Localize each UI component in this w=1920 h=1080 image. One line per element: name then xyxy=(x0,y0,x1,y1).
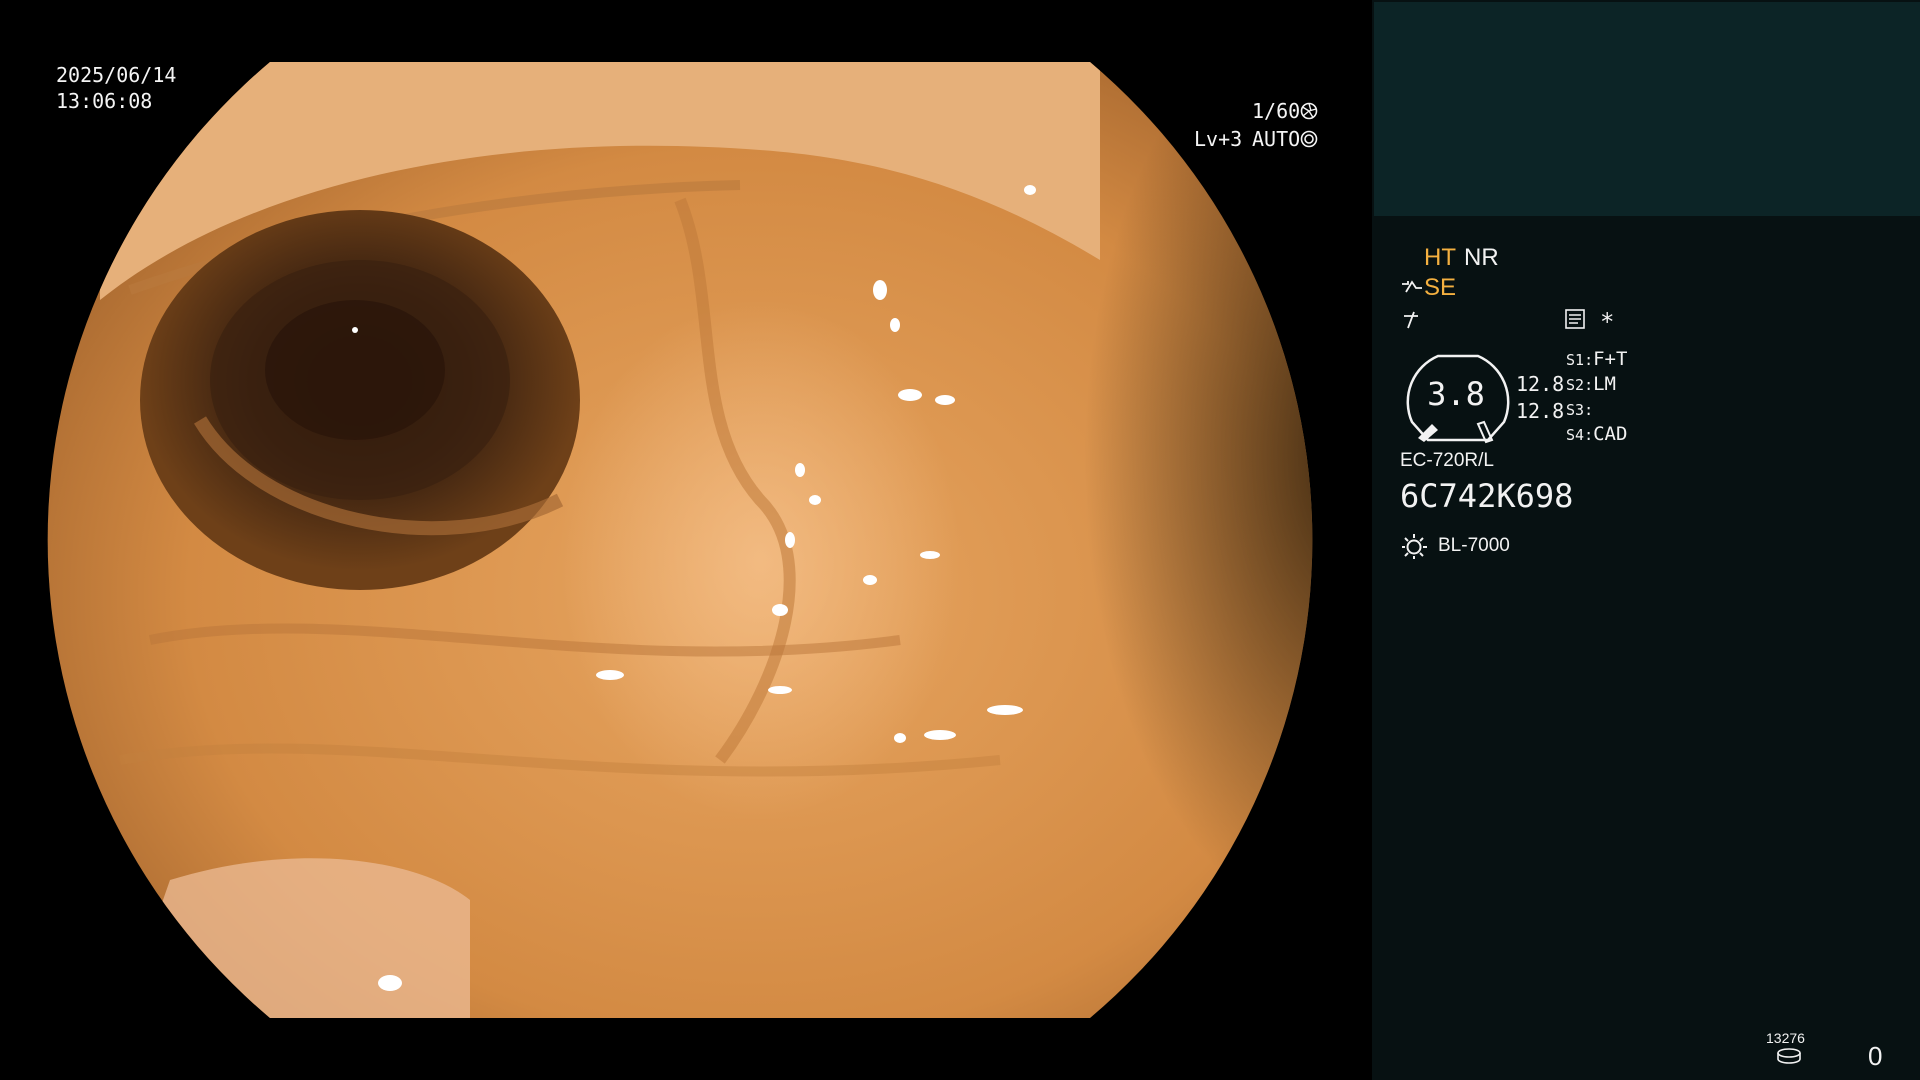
endoscope-view: 2025/06/14 13:06:08 1/60 Lv+3 AUTO xyxy=(0,0,1372,1080)
switch-row-s4: S4:CAD xyxy=(1566,423,1628,445)
status-panel: HT NR SE * 3.8 12.8 12.8 S1:F+T S2:LM S3… xyxy=(1372,0,1920,1080)
switch-key: S2 xyxy=(1566,376,1585,394)
exposure-level: Lv+3 xyxy=(1194,127,1243,151)
mode-nr: NR xyxy=(1464,244,1499,271)
storage-disk-icon xyxy=(1776,1048,1802,1068)
switch-value: LM xyxy=(1593,373,1616,395)
dial-value: 3.8 xyxy=(1427,375,1485,413)
scope-model: EC-720R/L xyxy=(1400,450,1494,471)
scope-serial: 6C742K698 xyxy=(1400,477,1574,515)
freeze-icon xyxy=(1400,308,1424,334)
thumbnail-area xyxy=(1374,2,1920,216)
switch-key: S4 xyxy=(1566,426,1585,444)
switch-row-s3: S3: xyxy=(1566,401,1594,419)
iris-icon xyxy=(1300,130,1318,152)
switch-value: F+T xyxy=(1593,348,1628,370)
exam-date: 2025/06/14 xyxy=(56,63,177,87)
storage-count: 13276 xyxy=(1766,1030,1805,1046)
record-settings-icon xyxy=(1564,308,1586,334)
endoscopic-image xyxy=(47,62,1313,1018)
switch-list: S1:F+T S2:LM S3: S4:CAD xyxy=(1566,348,1676,448)
switch-key: S1 xyxy=(1566,351,1585,369)
star-indicator: * xyxy=(1600,308,1615,336)
exposure-mode: AUTO xyxy=(1252,127,1301,151)
mode-ht: HT xyxy=(1424,244,1456,271)
switch-value: CAD xyxy=(1593,423,1628,445)
left-value-2: 12.8 xyxy=(1516,399,1565,423)
structure-enhance-icon xyxy=(1400,278,1424,304)
exam-time: 13:06:08 xyxy=(56,89,153,113)
switch-row-s2: S2:LM xyxy=(1566,373,1616,395)
left-value-1: 12.8 xyxy=(1516,372,1565,396)
switch-key: S3 xyxy=(1566,401,1585,419)
shutter-speed: 1/60 xyxy=(1252,99,1301,123)
mode-se: SE xyxy=(1424,274,1457,301)
light-source-model: BL-7000 xyxy=(1438,535,1510,556)
shutter-icon xyxy=(1300,102,1318,124)
switch-row-s1: S1:F+T xyxy=(1566,348,1628,370)
frame-counter: 0 xyxy=(1868,1041,1883,1071)
dial-gauge: 3.8 xyxy=(1400,350,1516,446)
light-source-icon xyxy=(1400,532,1428,564)
